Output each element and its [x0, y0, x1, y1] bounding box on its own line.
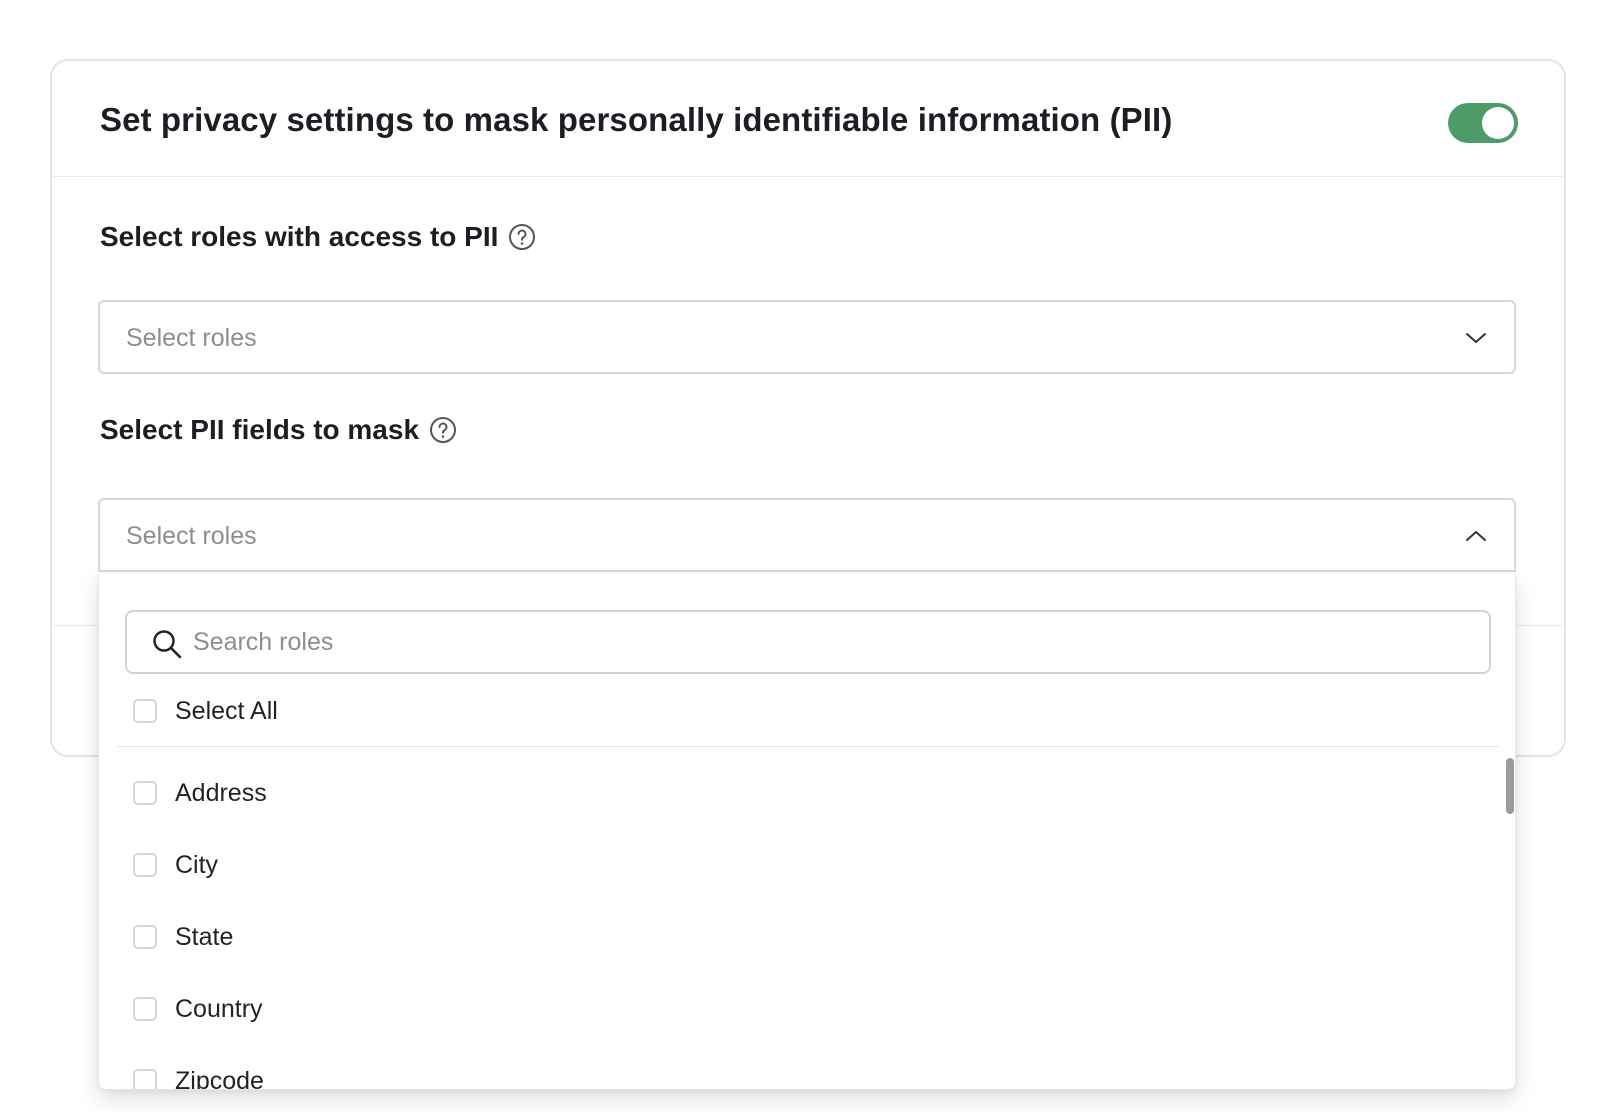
- option-label: Zipcode: [175, 1066, 264, 1090]
- question-circle-icon[interactable]: [429, 416, 457, 444]
- select-all-checkbox[interactable]: [133, 699, 157, 723]
- card-header: Set privacy settings to mask personally …: [52, 61, 1564, 177]
- toggle-knob: [1482, 107, 1514, 139]
- question-circle-icon[interactable]: [508, 223, 536, 251]
- list-item[interactable]: Zipcode: [133, 1061, 264, 1090]
- option-label: Country: [175, 994, 263, 1023]
- search-icon: [153, 630, 182, 659]
- options-divider: [117, 746, 1499, 747]
- search-placeholder: Search roles: [193, 628, 334, 656]
- list-item[interactable]: State: [133, 917, 233, 957]
- pii-fields-select[interactable]: Select roles: [98, 498, 1516, 572]
- list-item[interactable]: Country: [133, 989, 263, 1029]
- dropdown-scrollbar[interactable]: [1506, 758, 1514, 814]
- list-item[interactable]: City: [133, 845, 218, 885]
- pii-toggle[interactable]: [1448, 103, 1518, 143]
- select-all-label: Select All: [175, 696, 278, 725]
- chevron-down-icon: [1466, 333, 1486, 343]
- option-checkbox[interactable]: [133, 781, 157, 805]
- option-checkbox[interactable]: [133, 853, 157, 877]
- card-title: Set privacy settings to mask personally …: [100, 101, 1173, 138]
- search-input[interactable]: Search roles: [125, 610, 1491, 674]
- option-label: State: [175, 922, 234, 951]
- option-checkbox[interactable]: [133, 1069, 157, 1089]
- chevron-up-icon: [1466, 531, 1486, 541]
- roles-field-label: Select roles with access to PII: [100, 221, 536, 253]
- roles-label-text: Select roles with access to PII: [100, 221, 499, 252]
- pii-fields-label-text: Select PII fields to mask: [100, 414, 420, 445]
- roles-select-placeholder: Select roles: [126, 324, 257, 352]
- option-label: City: [175, 850, 219, 879]
- option-checkbox[interactable]: [133, 925, 157, 949]
- option-label: Address: [175, 778, 267, 807]
- list-item[interactable]: Address: [133, 773, 267, 813]
- pii-fields-select-placeholder: Select roles: [126, 522, 257, 550]
- pii-fields-dropdown: Search roles Select All Address City Sta…: [98, 574, 1516, 1090]
- roles-select[interactable]: Select roles: [98, 300, 1516, 374]
- select-all-option[interactable]: Select All: [133, 691, 278, 731]
- pii-fields-label: Select PII fields to mask: [100, 414, 457, 446]
- option-checkbox[interactable]: [133, 997, 157, 1021]
